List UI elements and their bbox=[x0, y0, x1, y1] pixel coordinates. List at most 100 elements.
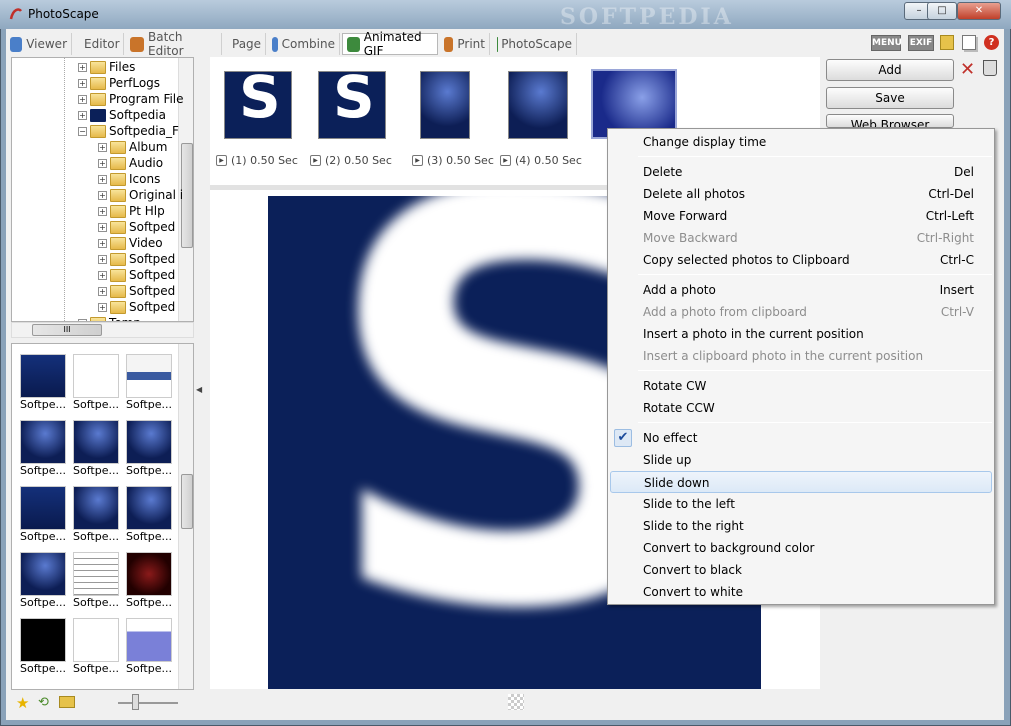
menu-item-slide-to-the-left[interactable]: Slide to the left bbox=[610, 493, 992, 515]
tree-horizontal-scrollbar[interactable]: III bbox=[11, 322, 194, 338]
thumbnail-item[interactable]: Softpe... bbox=[18, 420, 68, 477]
tree-item[interactable]: + Softpedia bbox=[78, 107, 166, 123]
tree-item[interactable]: + Video bbox=[98, 235, 163, 251]
close-button[interactable]: ✕ bbox=[957, 2, 1001, 20]
tree-item[interactable]: + Audio bbox=[98, 155, 163, 171]
frame-duration[interactable]: ▶ (4) 0.50 Sec bbox=[500, 154, 582, 167]
menu-item-no-effect[interactable]: ✔ No effect bbox=[610, 427, 992, 449]
thumbnail-item[interactable]: Softpe... bbox=[18, 486, 68, 543]
title-bar[interactable]: PhotoScape SOFTPEDIA – □ ✕ bbox=[0, 0, 1011, 30]
menu-item-add-a-photo[interactable]: Add a photo Insert bbox=[610, 279, 992, 301]
gif-frame[interactable]: S bbox=[318, 68, 386, 139]
menu-item-convert-to-white[interactable]: Convert to white bbox=[610, 581, 992, 603]
thumbnail-grid[interactable]: Softpe... Softpe... Softpe... Softpe... Soft… bbox=[11, 343, 194, 690]
menu-item-rotate-cw[interactable]: Rotate CW bbox=[610, 375, 992, 397]
tab-photoscape[interactable]: PhotoScape bbox=[493, 33, 577, 55]
tree-item[interactable]: + Softped bbox=[98, 219, 175, 235]
remove-x-icon[interactable]: ✕ bbox=[960, 59, 975, 80]
folder-tree[interactable]: + Files + PerfLogs + Program File + Softpedia − S… bbox=[11, 57, 194, 322]
frame-duration[interactable]: ▶ (3) 0.50 Sec bbox=[412, 154, 494, 167]
collapse-panel-arrow-icon[interactable]: ◀ bbox=[196, 370, 204, 410]
expand-toggle-icon[interactable]: + bbox=[98, 190, 107, 200]
tab-viewer[interactable]: Viewer bbox=[6, 33, 72, 55]
add-button[interactable]: Add bbox=[826, 59, 954, 81]
expand-toggle-icon[interactable]: + bbox=[78, 110, 87, 120]
expand-toggle-icon[interactable]: + bbox=[78, 94, 87, 104]
maximize-button[interactable]: □ bbox=[927, 2, 957, 20]
zoom-slider[interactable] bbox=[118, 702, 178, 704]
tree-hscroll-thumb[interactable]: III bbox=[32, 324, 102, 336]
expand-toggle-icon[interactable]: + bbox=[98, 302, 107, 312]
zoom-slider-handle[interactable] bbox=[132, 694, 139, 710]
trash-icon[interactable] bbox=[983, 60, 997, 76]
open-folder-icon[interactable] bbox=[59, 696, 75, 708]
menu-button[interactable]: MENU bbox=[871, 35, 902, 51]
copy-icon[interactable] bbox=[962, 35, 976, 50]
collapse-toggle-icon[interactable]: − bbox=[78, 126, 87, 136]
gif-frame[interactable] bbox=[508, 71, 568, 139]
tree-item[interactable]: + PerfLogs bbox=[78, 75, 160, 91]
expand-toggle-icon[interactable]: + bbox=[98, 286, 107, 296]
thumbnail-item[interactable]: Softpe... bbox=[18, 618, 68, 675]
thumbnail-item[interactable]: Softpe... bbox=[124, 420, 174, 477]
thumbnail-item[interactable]: Softpe... bbox=[71, 486, 121, 543]
tab-animated-gif[interactable]: Animated GIF bbox=[342, 30, 438, 58]
menu-item-rotate-ccw[interactable]: Rotate CCW bbox=[610, 397, 992, 419]
menu-item-move-forward[interactable]: Move Forward Ctrl-Left bbox=[610, 205, 992, 227]
refresh-icon[interactable]: ⟲ bbox=[38, 695, 49, 710]
menu-item-convert-to-background-color[interactable]: Convert to background color bbox=[610, 537, 992, 559]
tree-item[interactable]: + Program File bbox=[78, 91, 184, 107]
grid-vertical-scrollbar[interactable] bbox=[178, 344, 193, 689]
expand-toggle-icon[interactable]: + bbox=[78, 78, 87, 88]
thumbnail-item[interactable]: Softpe... bbox=[124, 552, 174, 609]
tree-item[interactable]: + Softped bbox=[98, 267, 175, 283]
expand-toggle-icon[interactable]: + bbox=[98, 270, 107, 280]
thumbnail-item[interactable]: Softpe... bbox=[71, 354, 121, 411]
thumbnail-item[interactable]: Softpe... bbox=[124, 618, 174, 675]
grid-scroll-thumb[interactable] bbox=[181, 474, 193, 529]
thumbnail-item[interactable]: Softpe... bbox=[18, 354, 68, 411]
expand-toggle-icon[interactable]: + bbox=[98, 254, 107, 264]
expand-toggle-icon[interactable]: + bbox=[98, 174, 107, 184]
tab-print[interactable]: Print bbox=[440, 33, 490, 55]
tree-item[interactable]: + Files bbox=[78, 59, 135, 75]
thumbnail-item[interactable]: Softpe... bbox=[71, 618, 121, 675]
thumbnail-item[interactable]: Softpe... bbox=[71, 552, 121, 609]
thumbnail-item[interactable]: Softpe... bbox=[71, 420, 121, 477]
folder-icon[interactable] bbox=[940, 35, 954, 50]
expand-toggle-icon[interactable]: + bbox=[98, 222, 107, 232]
tree-item[interactable]: − Softpedia_F bbox=[78, 123, 179, 139]
gif-frame[interactable]: S bbox=[224, 68, 292, 139]
thumbnail-item[interactable]: Softpe... bbox=[124, 354, 174, 411]
tab-editor[interactable]: Editor bbox=[76, 33, 124, 55]
tree-item[interactable]: + Softped bbox=[98, 283, 175, 299]
expand-toggle-icon[interactable]: + bbox=[78, 62, 87, 72]
tab-batch-editor[interactable]: Batch Editor bbox=[126, 30, 222, 58]
expand-toggle-icon[interactable]: + bbox=[98, 158, 107, 168]
exif-button[interactable]: EXIF bbox=[908, 35, 934, 51]
tab-page[interactable]: Page bbox=[224, 33, 266, 55]
thumbnail-item[interactable]: Softpe... bbox=[124, 486, 174, 543]
tree-item[interactable]: + Softped bbox=[98, 299, 175, 315]
tree-item[interactable]: + Pt Hlp bbox=[98, 203, 165, 219]
menu-item-slide-up[interactable]: Slide up bbox=[610, 449, 992, 471]
tree-item[interactable]: +Temp bbox=[78, 315, 141, 321]
gif-frame[interactable] bbox=[420, 71, 470, 139]
menu-item-copy-selected-photos-to-clipboard[interactable]: Copy selected photos to Clipboard Ctrl-C bbox=[610, 249, 992, 271]
menu-item-delete[interactable]: Delete Del bbox=[610, 161, 992, 183]
menu-item-insert-a-photo-in-the-current-position[interactable]: Insert a photo in the current position bbox=[610, 323, 992, 345]
frame-duration[interactable]: ▶ (2) 0.50 Sec bbox=[310, 154, 392, 167]
help-icon[interactable]: ? bbox=[984, 35, 999, 50]
expand-toggle-icon[interactable]: + bbox=[98, 142, 107, 152]
menu-item-slide-to-the-right[interactable]: Slide to the right bbox=[610, 515, 992, 537]
menu-item-slide-down[interactable]: Slide down bbox=[610, 471, 992, 493]
save-button[interactable]: Save bbox=[826, 87, 954, 109]
tree-item[interactable]: + Icons bbox=[98, 171, 160, 187]
favorite-star-icon[interactable]: ★ bbox=[16, 694, 29, 712]
tree-item[interactable]: + Original i bbox=[98, 187, 183, 203]
thumbnail-item[interactable]: Softpe... bbox=[18, 552, 68, 609]
tree-item[interactable]: + Softped bbox=[98, 251, 175, 267]
menu-item-convert-to-black[interactable]: Convert to black bbox=[610, 559, 992, 581]
tree-item[interactable]: + Album bbox=[98, 139, 167, 155]
frame-duration[interactable]: ▶ (1) 0.50 Sec bbox=[216, 154, 298, 167]
